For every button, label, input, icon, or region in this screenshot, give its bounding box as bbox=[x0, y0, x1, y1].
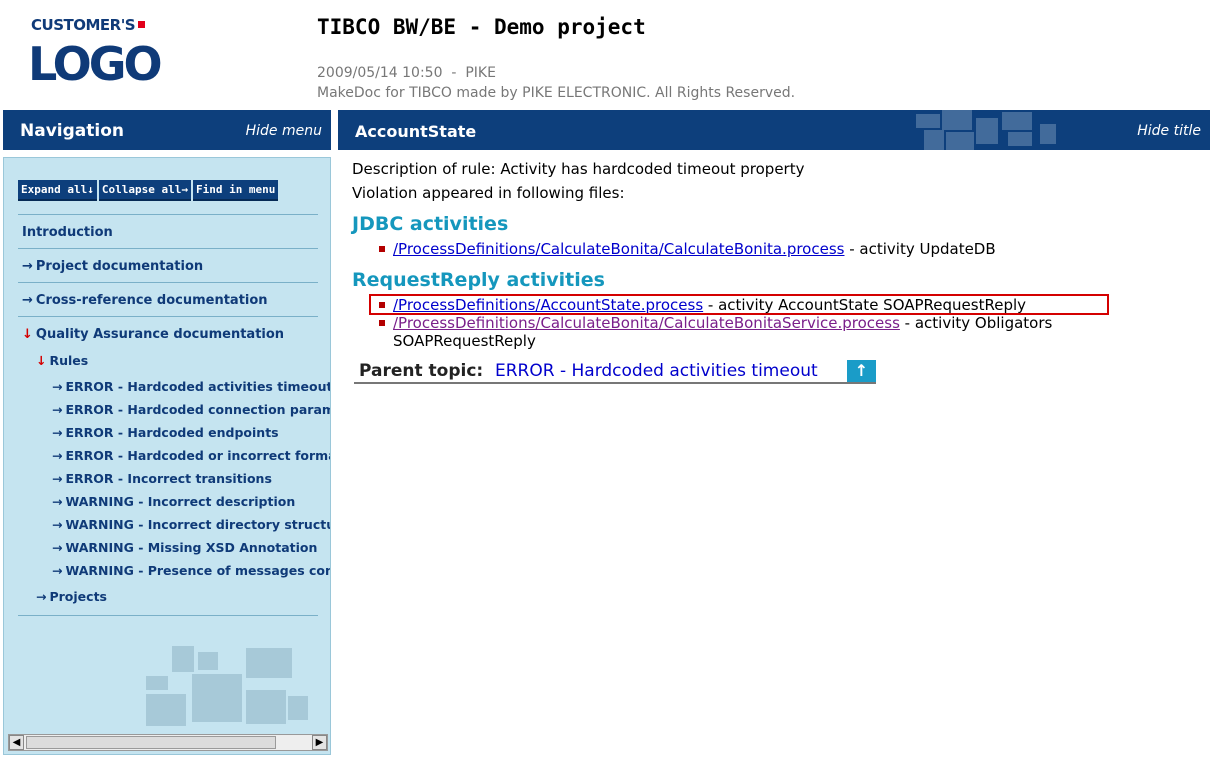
nav-item-project-documentation[interactable]: → Project documentation bbox=[22, 259, 203, 274]
horizontal-scrollbar[interactable]: ◀ ▶ bbox=[8, 734, 328, 751]
jdbc-file-link[interactable]: /ProcessDefinitions/CalculateBonita/Calc… bbox=[393, 240, 844, 258]
accountstate-process-link[interactable]: /ProcessDefinitions/AccountState.process bbox=[393, 296, 703, 314]
nav-item-rules[interactable]: ↓ Rules bbox=[36, 353, 88, 368]
arrow-right-icon: → bbox=[52, 540, 63, 555]
requestreply-file-item: /ProcessDefinitions/AccountState.process… bbox=[393, 296, 1026, 314]
decorative-tiles bbox=[146, 646, 308, 726]
arrow-down-icon: ↓ bbox=[22, 327, 33, 342]
nav-rule-item[interactable]: → ERROR - Incorrect transitions bbox=[52, 471, 272, 486]
copyright-line: MakeDoc for TIBCO made by PIKE ELECTRONI… bbox=[317, 85, 796, 101]
parent-topic-label: Parent topic: bbox=[359, 361, 484, 381]
nav-rule-item[interactable]: → ERROR - Hardcoded or incorrect format bbox=[52, 448, 331, 463]
arrow-right-icon: → bbox=[22, 259, 33, 274]
nav-item-label: Rules bbox=[49, 353, 89, 368]
parent-topic: Parent topic: ERROR - Hardcoded activiti… bbox=[354, 360, 876, 384]
nav-item-quality-assurance-documentation[interactable]: ↓ Quality Assurance documentation bbox=[22, 327, 284, 342]
parent-topic-link[interactable]: ERROR - Hardcoded activities timeout bbox=[495, 361, 818, 381]
arrow-right-icon: → bbox=[36, 589, 47, 604]
arrow-up-icon[interactable]: ↑ bbox=[847, 360, 876, 382]
nav-rule-label: ERROR - Hardcoded connection paramet bbox=[65, 402, 331, 417]
scrollbar-thumb[interactable] bbox=[26, 736, 276, 749]
requestreply-file-item: /ProcessDefinitions/CalculateBonita/Calc… bbox=[393, 314, 1052, 332]
nav-rule-label: WARNING - Incorrect description bbox=[65, 494, 296, 509]
arrow-right-icon: → bbox=[52, 471, 63, 486]
arrow-right-icon: → bbox=[52, 402, 63, 417]
nav-rule-item[interactable]: → WARNING - Missing XSD Annotation bbox=[52, 540, 317, 555]
scroll-right-button[interactable]: ▶ bbox=[312, 735, 327, 750]
nav-rule-label: ERROR - Hardcoded endpoints bbox=[65, 425, 279, 440]
divider bbox=[18, 615, 318, 616]
nav-rule-label: WARNING - Missing XSD Annotation bbox=[65, 540, 318, 555]
customer-logo: LOGO bbox=[28, 37, 163, 91]
jdbc-heading: JDBC activities bbox=[352, 213, 509, 235]
arrow-right-icon: → bbox=[52, 494, 63, 509]
bullet-icon bbox=[379, 302, 385, 308]
nav-rule-label: ERROR - Hardcoded or incorrect format bbox=[65, 448, 331, 463]
nav-rule-label: WARNING - Incorrect directory structure bbox=[65, 517, 331, 532]
customer-logo-caption: CUSTOMER'S bbox=[31, 16, 146, 34]
divider bbox=[18, 214, 318, 215]
nav-item-label: Projects bbox=[49, 589, 107, 604]
nav-rule-item[interactable]: → WARNING - Incorrect description bbox=[52, 494, 295, 509]
arrow-right-icon: → bbox=[22, 293, 33, 308]
calculatebonitaservice-process-link[interactable]: /ProcessDefinitions/CalculateBonita/Calc… bbox=[393, 314, 900, 332]
obligators-activity-continuation: SOAPRequestReply bbox=[393, 332, 536, 350]
document-title: TIBCO BW/BE - Demo project bbox=[317, 15, 646, 39]
bullet-icon bbox=[379, 320, 385, 326]
requestreply-heading: RequestReply activities bbox=[352, 269, 605, 291]
nav-rule-label: ERROR - Hardcoded activities timeout bbox=[65, 379, 331, 394]
nav-item-projects[interactable]: → Projects bbox=[36, 589, 107, 604]
jdbc-activity-text: - activity UpdateDB bbox=[844, 240, 996, 258]
nav-button-group: Expand all↓ Collapse all→ Find in menu bbox=[18, 180, 279, 201]
nav-item-label: Quality Assurance documentation bbox=[35, 327, 285, 342]
nav-item-label: Cross-reference documentation bbox=[35, 293, 268, 308]
arrow-right-icon: → bbox=[52, 448, 63, 463]
navigation-title: Navigation bbox=[20, 121, 124, 141]
divider bbox=[18, 316, 318, 317]
nav-rule-label: ERROR - Incorrect transitions bbox=[65, 471, 272, 486]
nav-rule-item[interactable]: → ERROR - Hardcoded activities timeout bbox=[52, 379, 331, 394]
scroll-left-button[interactable]: ◀ bbox=[9, 735, 24, 750]
find-in-menu-button[interactable]: Find in menu bbox=[192, 180, 279, 201]
logo-caption-text: CUSTOMER'S bbox=[31, 16, 136, 34]
divider bbox=[18, 248, 318, 249]
collapse-all-button[interactable]: Collapse all→ bbox=[98, 180, 191, 201]
date-author-line: 2009/05/14 10:50 - PIKE bbox=[317, 65, 496, 81]
violation-intro: Violation appeared in following files: bbox=[352, 184, 625, 202]
nav-rule-item[interactable]: → ERROR - Hardcoded connection paramet bbox=[52, 402, 331, 417]
divider bbox=[18, 282, 318, 283]
expand-all-button[interactable]: Expand all↓ bbox=[18, 180, 97, 201]
nav-rule-item[interactable]: → ERROR - Hardcoded endpoints bbox=[52, 425, 279, 440]
nav-item-cross-reference-documentation[interactable]: → Cross-reference documentation bbox=[22, 293, 268, 308]
nav-rule-item[interactable]: → WARNING - Incorrect directory structure bbox=[52, 517, 331, 532]
nav-rule-label: WARNING - Presence of messages confir bbox=[65, 563, 331, 578]
logo-red-square bbox=[138, 21, 146, 28]
obligators-activity-text: - activity Obligators bbox=[899, 314, 1053, 332]
decorative-tiles bbox=[916, 110, 1056, 150]
nav-item-introduction[interactable]: Introduction bbox=[22, 225, 113, 240]
bullet-icon bbox=[379, 246, 385, 252]
arrow-right-icon: → bbox=[52, 563, 63, 578]
content-title: AccountState bbox=[355, 122, 477, 141]
hide-menu-link[interactable]: Hide menu bbox=[246, 123, 322, 139]
accountstate-activity-text: - activity AccountState SOAPRequestReply bbox=[703, 296, 1027, 314]
nav-item-label: Project documentation bbox=[35, 259, 204, 274]
arrow-down-icon: ↓ bbox=[36, 353, 47, 368]
jdbc-file-item: /ProcessDefinitions/CalculateBonita/Calc… bbox=[393, 240, 996, 258]
rule-description: Description of rule: Activity has hardco… bbox=[352, 160, 805, 178]
hide-title-link[interactable]: Hide title bbox=[1137, 123, 1201, 139]
page-header: CUSTOMER'S LOGO TIBCO BW/BE - Demo proje… bbox=[0, 0, 1210, 110]
nav-rule-item[interactable]: → WARNING - Presence of messages confir bbox=[52, 563, 331, 578]
arrow-right-icon: → bbox=[52, 517, 63, 532]
arrow-right-icon: → bbox=[52, 379, 63, 394]
content-header-bar: AccountState Hide title bbox=[338, 110, 1210, 150]
navigation-panel: Expand all↓ Collapse all→ Find in menu I… bbox=[3, 157, 331, 755]
document-meta: 2009/05/14 10:50 - PIKE MakeDoc for TIBC… bbox=[317, 63, 795, 103]
arrow-right-icon: → bbox=[52, 425, 63, 440]
navigation-header-bar: Navigation Hide menu bbox=[3, 110, 331, 150]
